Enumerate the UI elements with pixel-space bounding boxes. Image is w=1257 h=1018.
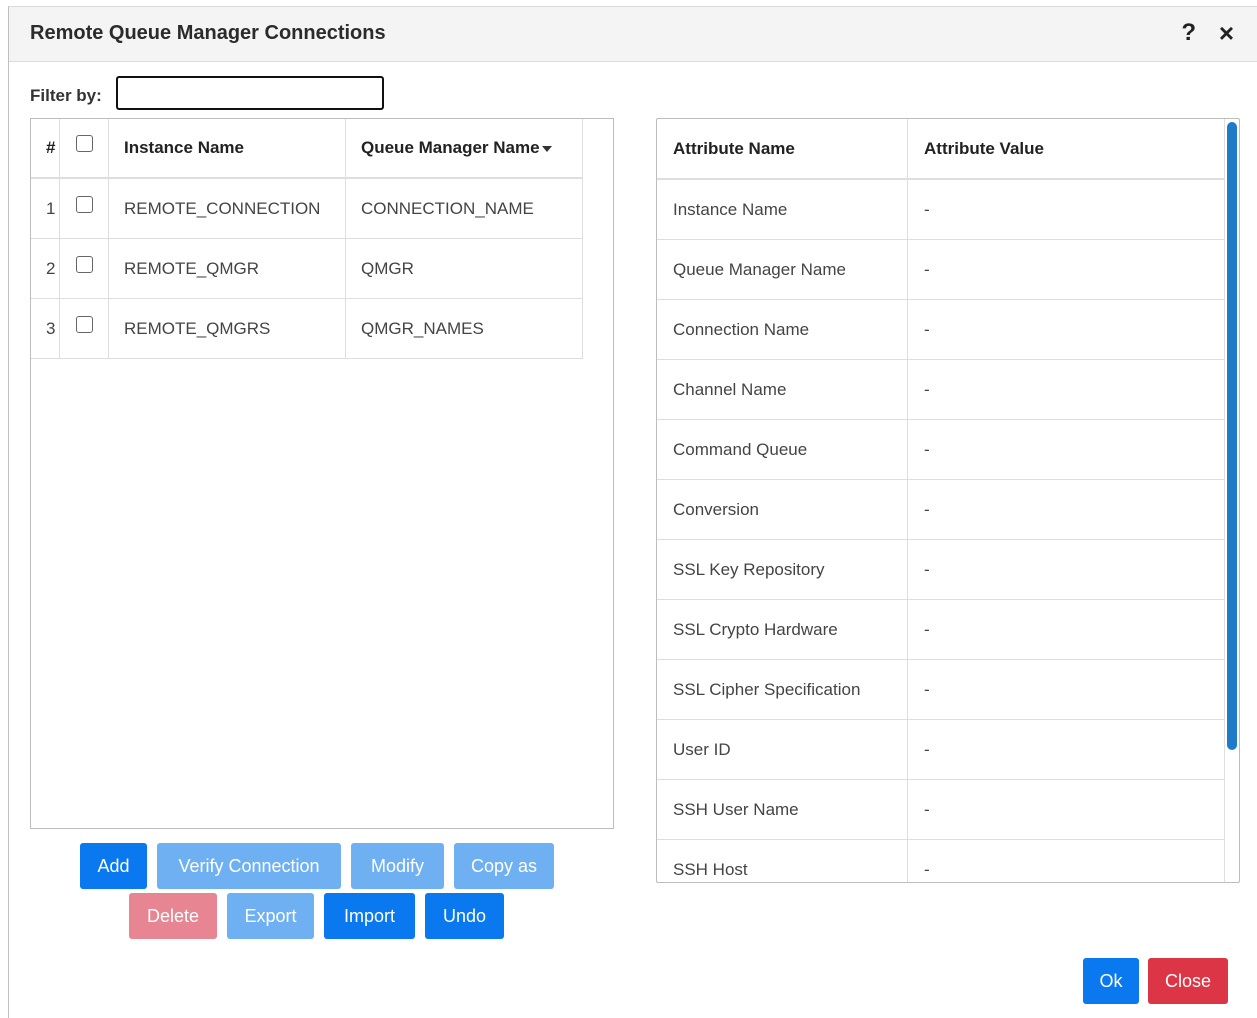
header-queue-manager-name[interactable]: Queue Manager Name [345,119,583,179]
row-select-cell[interactable] [59,298,109,359]
row-queue-manager-name[interactable]: QMGR [345,238,583,299]
attribute-row: Instance Name - [657,179,1225,240]
modify-button[interactable]: Modify [351,843,444,889]
attribute-row: User ID - [657,719,1225,780]
attribute-value: - [907,539,1225,600]
dialog-titlebar: Remote Queue Manager Connections ? × [9,7,1257,62]
filter-label: Filter by: [30,86,102,105]
table-row[interactable]: 1 REMOTE_CONNECTION CONNECTION_NAME [31,178,583,239]
attribute-value: - [907,599,1225,660]
header-number: # [31,119,60,179]
remote-qmgr-dialog: Remote Queue Manager Connections ? × Fil… [8,6,1257,1018]
add-button[interactable]: Add [80,843,147,889]
copy-as-button[interactable]: Copy as [454,843,554,889]
row-checkbox[interactable] [75,195,93,213]
row-number: 3 [31,298,60,359]
filter-input[interactable] [116,76,384,110]
connections-table-container: # Instance Name Queue Manager Name 1 REM… [30,118,614,829]
table-row[interactable]: 3 REMOTE_QMGRS QMGR_NAMES [31,298,583,359]
dialog-title: Remote Queue Manager Connections [30,22,386,44]
row-checkbox[interactable] [75,315,93,333]
row-number: 1 [31,178,60,239]
attribute-name: Connection Name [657,299,908,360]
header-attribute-name: Attribute Name [657,119,908,180]
attribute-name: SSL Key Repository [657,539,908,600]
row-select-cell[interactable] [59,178,109,239]
close-button[interactable]: Close [1148,958,1228,1004]
attribute-name: Instance Name [657,179,908,240]
attributes-table: Attribute Name Attribute Value Instance … [657,119,1225,882]
attribute-value: - [907,479,1225,540]
attribute-name: User ID [657,719,908,780]
row-instance-name[interactable]: REMOTE_QMGRS [108,298,346,359]
table-row[interactable]: 2 REMOTE_QMGR QMGR [31,238,583,299]
attribute-value: - [907,359,1225,420]
header-instance-name-label: Instance Name [124,138,244,157]
attribute-name: Queue Manager Name [657,239,908,300]
attribute-name: SSL Cipher Specification [657,659,908,720]
attribute-row: Connection Name - [657,299,1225,360]
attribute-value: - [907,239,1225,300]
attribute-name: SSL Crypto Hardware [657,599,908,660]
attribute-row: SSL Cipher Specification - [657,659,1225,720]
attributes-table-header: Attribute Name Attribute Value [657,119,1225,180]
connections-table-header: # Instance Name Queue Manager Name [31,119,583,179]
attribute-row: Channel Name - [657,359,1225,420]
attribute-value: - [907,179,1225,240]
attributes-panel[interactable]: Attribute Name Attribute Value Instance … [656,118,1240,883]
header-attribute-value: Attribute Value [907,119,1225,180]
attribute-name: Conversion [657,479,908,540]
delete-button[interactable]: Delete [129,893,217,939]
row-queue-manager-name[interactable]: CONNECTION_NAME [345,178,583,239]
select-all-checkbox[interactable] [75,135,93,153]
export-button[interactable]: Export [227,893,314,939]
attribute-name: SSH User Name [657,779,908,840]
header-queue-manager-name-label: Queue Manager Name [361,138,540,157]
sort-desc-icon [541,145,552,152]
connections-table: # Instance Name Queue Manager Name 1 REM… [31,119,583,359]
row-instance-name[interactable]: REMOTE_CONNECTION [108,178,346,239]
header-select-all[interactable] [59,119,109,179]
attribute-value: - [907,419,1225,480]
header-instance-name[interactable]: Instance Name [108,119,346,179]
ok-button[interactable]: Ok [1083,958,1139,1004]
row-checkbox[interactable] [75,255,93,273]
attribute-row: Command Queue - [657,419,1225,480]
attribute-value: - [907,779,1225,840]
attribute-name: Channel Name [657,359,908,420]
attribute-value: - [907,659,1225,720]
attribute-name: SSH Host [657,839,908,882]
attribute-row: SSL Key Repository - [657,539,1225,600]
row-queue-manager-name[interactable]: QMGR_NAMES [345,298,583,359]
row-select-cell[interactable] [59,238,109,299]
attribute-row: Queue Manager Name - [657,239,1225,300]
attribute-row: Conversion - [657,479,1225,540]
attributes-scrollbar-thumb[interactable] [1227,122,1237,750]
attribute-value: - [907,839,1225,882]
row-number: 2 [31,238,60,299]
row-instance-name[interactable]: REMOTE_QMGR [108,238,346,299]
attribute-row: SSL Crypto Hardware - [657,599,1225,660]
import-button[interactable]: Import [324,893,415,939]
help-icon[interactable]: ? [1181,19,1196,47]
verify-connection-button[interactable]: Verify Connection [157,843,341,889]
attribute-value: - [907,299,1225,360]
attribute-row: SSH User Name - [657,779,1225,840]
attribute-row: SSH Host - [657,839,1225,882]
undo-button[interactable]: Undo [425,893,504,939]
attribute-value: - [907,719,1225,780]
attribute-name: Command Queue [657,419,908,480]
attributes-scrollbar[interactable] [1226,119,1238,882]
close-icon[interactable]: × [1219,18,1234,49]
